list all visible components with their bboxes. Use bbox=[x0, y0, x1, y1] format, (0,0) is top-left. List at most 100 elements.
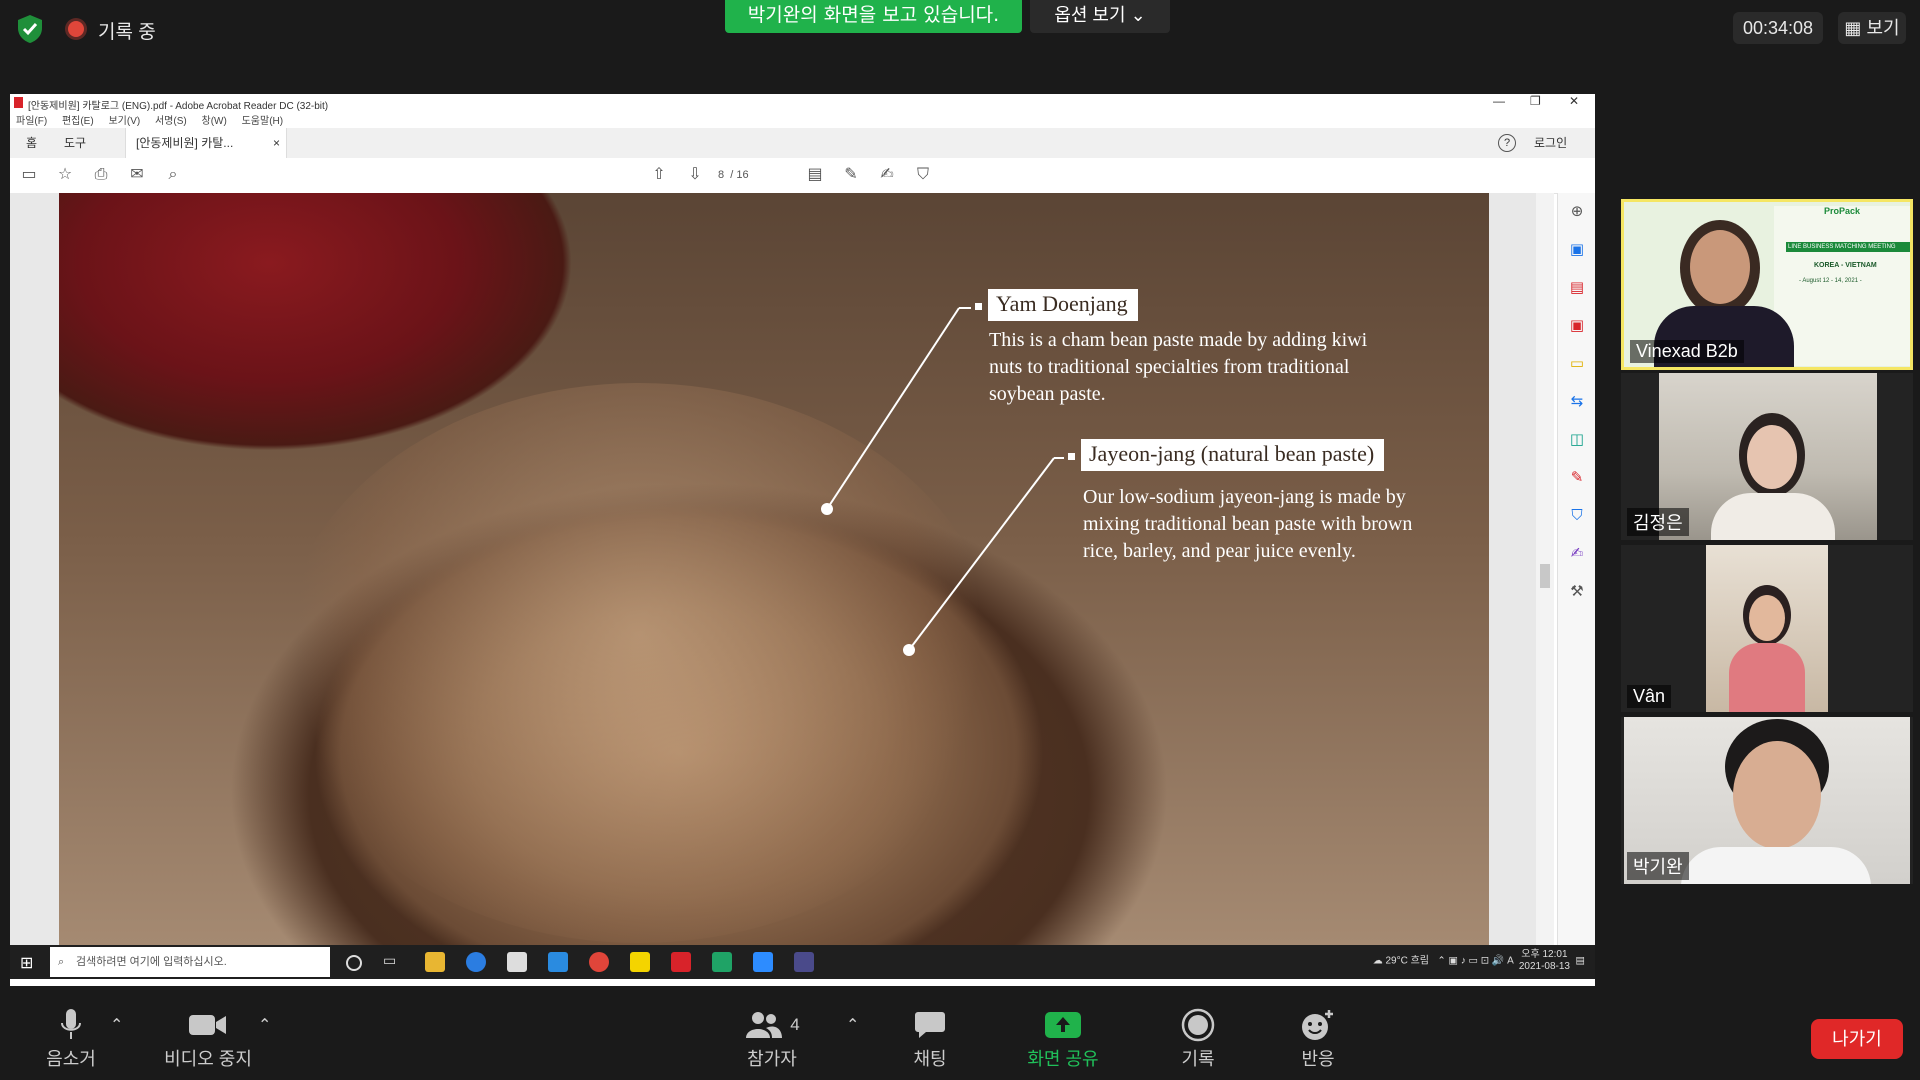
mute-button[interactable]: 음소거 bbox=[38, 1005, 104, 1071]
protect-icon[interactable]: ⛉ bbox=[1568, 507, 1586, 525]
login-button[interactable]: 로그인 bbox=[1534, 128, 1567, 158]
comment-icon[interactable]: ▤ bbox=[806, 166, 824, 184]
page-down-icon[interactable]: ⇩ bbox=[686, 166, 704, 184]
scan-icon[interactable]: ◫ bbox=[1568, 431, 1586, 449]
participant-name: 김정은 bbox=[1627, 508, 1689, 536]
participant-tile-van[interactable]: Vân bbox=[1621, 545, 1913, 712]
tray-icons[interactable]: ⌃ ▣ ♪ ▭ ⊡ 🔊 A bbox=[1437, 956, 1513, 967]
chat-button[interactable]: 채팅 bbox=[904, 1005, 956, 1071]
tab-document[interactable]: [안동제비원] 카탈... × bbox=[125, 128, 287, 158]
clock-date: 2021-08-13 bbox=[1518, 961, 1570, 972]
acrobat-icon bbox=[14, 97, 23, 108]
acrobat-taskbar-icon[interactable] bbox=[671, 952, 691, 972]
page-current[interactable]: 8 bbox=[718, 169, 724, 181]
participant-tile-kimjeongeun[interactable]: 김정은 bbox=[1621, 373, 1913, 540]
leave-button[interactable]: 나가기 bbox=[1811, 1019, 1903, 1059]
restore-icon[interactable]: ❐ bbox=[1530, 94, 1541, 108]
zoom-taskbar-icon[interactable] bbox=[753, 952, 773, 972]
audio-options-caret-icon[interactable]: ⌃ bbox=[110, 1015, 123, 1035]
fill-sign-icon[interactable]: ✎ bbox=[1568, 469, 1586, 487]
close-icon[interactable]: ✕ bbox=[1569, 94, 1579, 108]
callout1-title: Yam Doenjang bbox=[988, 289, 1138, 321]
participant-body bbox=[1711, 493, 1835, 540]
menu-view[interactable]: 보기(V) bbox=[108, 116, 140, 127]
share-screen-button[interactable]: 화면 공유 bbox=[1020, 1005, 1106, 1071]
system-tray: ☁ 29°C 흐림 ⌃ ▣ ♪ ▭ ⊡ 🔊 A 오후 12:01 2021-08… bbox=[1373, 949, 1585, 973]
participants-icon bbox=[746, 1012, 783, 1038]
reactions-label: 반응 bbox=[1301, 1049, 1335, 1069]
menu-sign[interactable]: 서명(S) bbox=[155, 116, 187, 127]
save-icon[interactable]: ▭ bbox=[20, 166, 38, 184]
help-icon[interactable]: ? bbox=[1498, 134, 1516, 152]
taskbar-search[interactable]: ⌕ 검색하려면 여기에 입력하십시오. bbox=[50, 947, 330, 977]
security-shield-icon[interactable] bbox=[16, 14, 44, 44]
chat-icon bbox=[915, 1012, 945, 1038]
video-camera-icon bbox=[189, 1015, 226, 1035]
acrobat-title: [안동제비원] 카탈로그 (ENG).pdf - Adobe Acrobat R… bbox=[28, 101, 329, 112]
view-layout-button[interactable]: ▦ 보기 bbox=[1838, 12, 1906, 44]
create-pdf-icon[interactable]: ▣ bbox=[1568, 241, 1586, 259]
menu-edit[interactable]: 편집(E) bbox=[62, 116, 94, 127]
stop-video-button[interactable]: 비디오 중지 bbox=[158, 1005, 258, 1071]
reaction-smile-icon bbox=[1302, 1010, 1333, 1040]
organize-pages-icon[interactable]: ▤ bbox=[1568, 279, 1586, 297]
tab-tools[interactable]: 도구 bbox=[54, 128, 96, 158]
view-options-button[interactable]: 옵션 보기 ⌄ bbox=[1030, 0, 1170, 33]
recording-icon bbox=[68, 21, 84, 37]
zoom-icon[interactable]: ⊕ bbox=[1568, 203, 1586, 221]
video-options-caret-icon[interactable]: ⌃ bbox=[258, 1015, 271, 1035]
microphone-icon bbox=[61, 1009, 81, 1039]
pen-icon[interactable]: ✎ bbox=[842, 166, 860, 184]
record-button[interactable]: 기록 bbox=[1174, 1005, 1222, 1071]
minimize-icon[interactable]: — bbox=[1493, 94, 1505, 108]
windows-taskbar: ⊞ ⌕ 검색하려면 여기에 입력하십시오. ▭ ☁ 29°C 흐림 ⌃ ▣ ♪ … bbox=[10, 945, 1595, 979]
combine-files-icon[interactable]: ⇆ bbox=[1568, 393, 1586, 411]
zoom-search-icon[interactable]: ⌕ bbox=[164, 166, 182, 184]
page-up-icon[interactable]: ⇧ bbox=[650, 166, 668, 184]
send-for-signature-icon[interactable]: ✍ bbox=[1568, 545, 1586, 563]
tab-home[interactable]: 홈 bbox=[16, 128, 47, 158]
participant-tile-parkgiwan[interactable]: 박기완 bbox=[1621, 717, 1913, 884]
participants-button[interactable]: 4 참가자 bbox=[736, 1005, 808, 1071]
kakaotalk-icon[interactable] bbox=[630, 952, 650, 972]
clock-time: 오후 12:01 bbox=[1521, 949, 1568, 960]
participant-tile-vinexad[interactable]: ProPack LINE BUSINESS MATCHING MEETING K… bbox=[1621, 199, 1913, 370]
bookmark-star-icon[interactable]: ☆ bbox=[56, 166, 74, 184]
notification-icon[interactable]: ▤ bbox=[1576, 956, 1585, 967]
comment-tool-icon[interactable]: ▭ bbox=[1568, 355, 1586, 373]
edge-icon[interactable] bbox=[466, 952, 486, 972]
export-pdf-icon[interactable]: ▣ bbox=[1568, 317, 1586, 335]
stamp-icon[interactable]: ⛉ bbox=[914, 166, 932, 184]
view-options-label: 옵션 보기 bbox=[1054, 5, 1126, 25]
menu-help[interactable]: 도움말(H) bbox=[242, 116, 283, 127]
task-view-icon[interactable]: ▭ bbox=[383, 952, 403, 972]
participants-options-caret-icon[interactable]: ⌃ bbox=[846, 1015, 859, 1035]
windows-start-icon[interactable]: ⊞ bbox=[20, 953, 33, 973]
more-tools-icon[interactable]: ⚒ bbox=[1568, 583, 1586, 601]
excel-icon[interactable] bbox=[712, 952, 732, 972]
chrome-icon[interactable] bbox=[589, 952, 609, 972]
banner-sub: KOREA - VIETNAM bbox=[1814, 262, 1877, 269]
meeting-timer: 00:34:08 bbox=[1733, 12, 1823, 44]
cortana-icon[interactable] bbox=[346, 955, 362, 971]
app-taskbar-icon[interactable] bbox=[794, 952, 814, 972]
menu-file[interactable]: 파일(F) bbox=[16, 116, 47, 127]
store-icon[interactable] bbox=[507, 952, 527, 972]
chat-label: 채팅 bbox=[913, 1049, 947, 1069]
menu-window[interactable]: 창(W) bbox=[202, 116, 227, 127]
sign-icon[interactable]: ✍ bbox=[878, 166, 896, 184]
tab-close-icon[interactable]: × bbox=[273, 128, 280, 158]
callout1-bullet bbox=[975, 303, 982, 310]
search-icon: ⌕ bbox=[58, 956, 65, 968]
chevron-down-icon: ⌄ bbox=[1130, 5, 1146, 25]
print-icon[interactable]: ⎙ bbox=[92, 166, 110, 184]
page-indicator[interactable]: 8 / 16 bbox=[718, 166, 788, 184]
share-screen-icon bbox=[1045, 1012, 1081, 1038]
mail-icon[interactable] bbox=[548, 952, 568, 972]
scrollbar-thumb[interactable] bbox=[1540, 564, 1550, 588]
reactions-button[interactable]: 반응 bbox=[1294, 1005, 1342, 1071]
email-icon[interactable]: ✉ bbox=[128, 166, 146, 184]
right-tools-pane: ⊕ ▣ ▤ ▣ ▭ ⇆ ◫ ✎ ⛉ ✍ ⚒ bbox=[1557, 193, 1595, 945]
view-button-label: 보기 bbox=[1866, 18, 1900, 38]
file-explorer-icon[interactable] bbox=[425, 952, 445, 972]
